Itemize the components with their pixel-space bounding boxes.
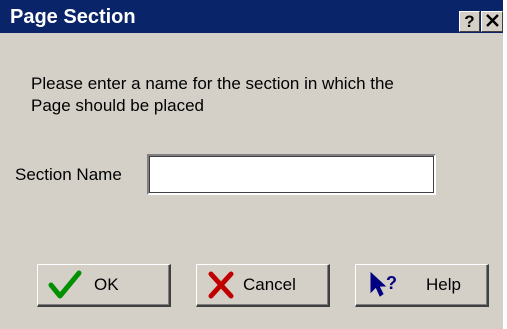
close-icon: [485, 12, 499, 32]
svg-text:?: ?: [386, 273, 397, 293]
title-close-button[interactable]: [481, 11, 503, 32]
cancel-label: Cancel: [243, 275, 296, 294]
help-button[interactable]: ? Help: [355, 264, 489, 307]
x-icon: [204, 270, 238, 300]
section-name-input[interactable]: [147, 154, 436, 195]
page-section-dialog: Page Section ? Please enter a name for t…: [0, 0, 507, 329]
cancel-button[interactable]: Cancel: [196, 264, 330, 307]
ok-label: OK: [94, 275, 119, 294]
title-bar[interactable]: Page Section ?: [0, 0, 503, 33]
window-title: Page Section: [10, 6, 136, 28]
title-help-button[interactable]: ?: [459, 11, 480, 32]
help-label: Help: [426, 275, 461, 294]
help-pointer-icon: ?: [368, 270, 402, 300]
ok-button[interactable]: OK: [37, 264, 171, 307]
checkmark-icon: [48, 270, 82, 300]
instruction-text: Please enter a name for the section in w…: [31, 74, 394, 115]
question-mark-icon: ?: [464, 11, 475, 31]
section-name-label: Section Name: [15, 165, 122, 184]
